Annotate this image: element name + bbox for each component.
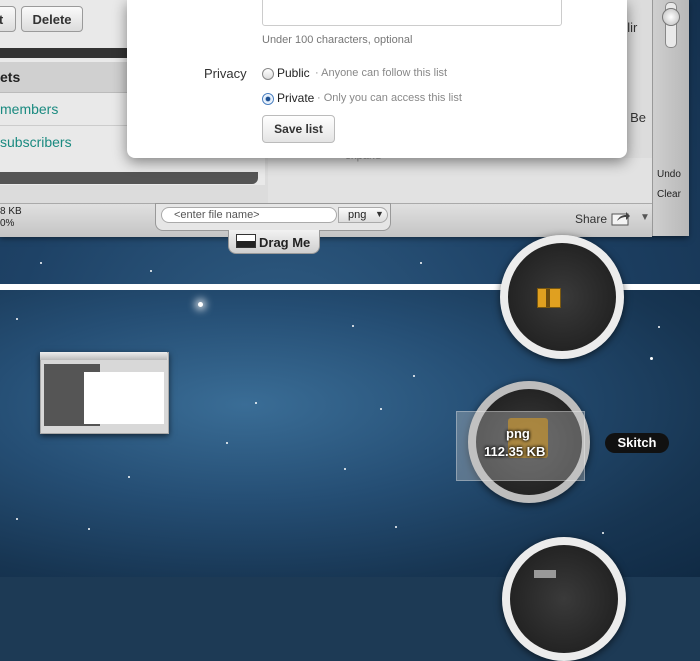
zoom-slider-knob[interactable]	[662, 8, 680, 26]
private-radio[interactable]	[262, 93, 274, 105]
drop-size-label: 112.35 KB	[484, 444, 546, 459]
dock-circle-bottom[interactable]	[502, 537, 626, 661]
clear-button[interactable]: Clear	[657, 189, 681, 200]
save-list-button[interactable]: Save list	[262, 115, 335, 143]
create-list-dialog: Under 100 characters, optional Privacy P…	[127, 0, 627, 158]
public-radio-label[interactable]: Public	[277, 66, 310, 80]
public-description: · Anyone can follow this list	[315, 67, 448, 79]
dock-circle-top[interactable]	[500, 235, 624, 359]
description-hint: Under 100 characters, optional	[262, 34, 413, 46]
private-description: · Only you can access this list	[317, 92, 462, 104]
skitch-app-tag: Skitch	[605, 433, 669, 453]
edit-button[interactable]: t	[0, 6, 16, 32]
share-menu-caret-icon[interactable]: ▼	[640, 212, 650, 223]
public-radio[interactable]	[262, 68, 274, 80]
drop-format-label: png	[506, 426, 530, 441]
file-size: 8 KB	[0, 206, 22, 217]
divider	[0, 125, 132, 126]
drag-me-label[interactable]: Drag Me	[259, 235, 310, 250]
chevron-down-icon[interactable]: ▼	[375, 209, 384, 219]
thumbnail-page	[84, 372, 164, 424]
subscribers-link[interactable]: subscribers	[0, 134, 72, 150]
description-textarea[interactable]	[262, 0, 562, 26]
share-icon[interactable]	[611, 210, 631, 226]
privacy-label: Privacy	[204, 66, 247, 81]
thumbnail-titlebar	[40, 352, 167, 360]
top-screenshot-panel: t Delete ets members subscribers nlir s …	[0, 0, 700, 284]
section-separator	[0, 48, 132, 58]
zoom-percent: 0%	[0, 218, 15, 229]
package-icon	[537, 288, 561, 308]
left-scroll-bar	[0, 172, 258, 184]
drag-image-icon-fill	[237, 241, 255, 247]
lists-header: ets	[0, 62, 132, 93]
members-link[interactable]: members	[0, 101, 58, 117]
undo-button[interactable]: Undo	[657, 169, 681, 180]
private-radio-label[interactable]: Private	[277, 91, 314, 105]
delete-button[interactable]: Delete	[21, 6, 83, 32]
share-button[interactable]: Share	[575, 212, 607, 226]
filename-input[interactable]: <enter file name>	[161, 207, 337, 223]
right-content-strip	[268, 158, 652, 208]
